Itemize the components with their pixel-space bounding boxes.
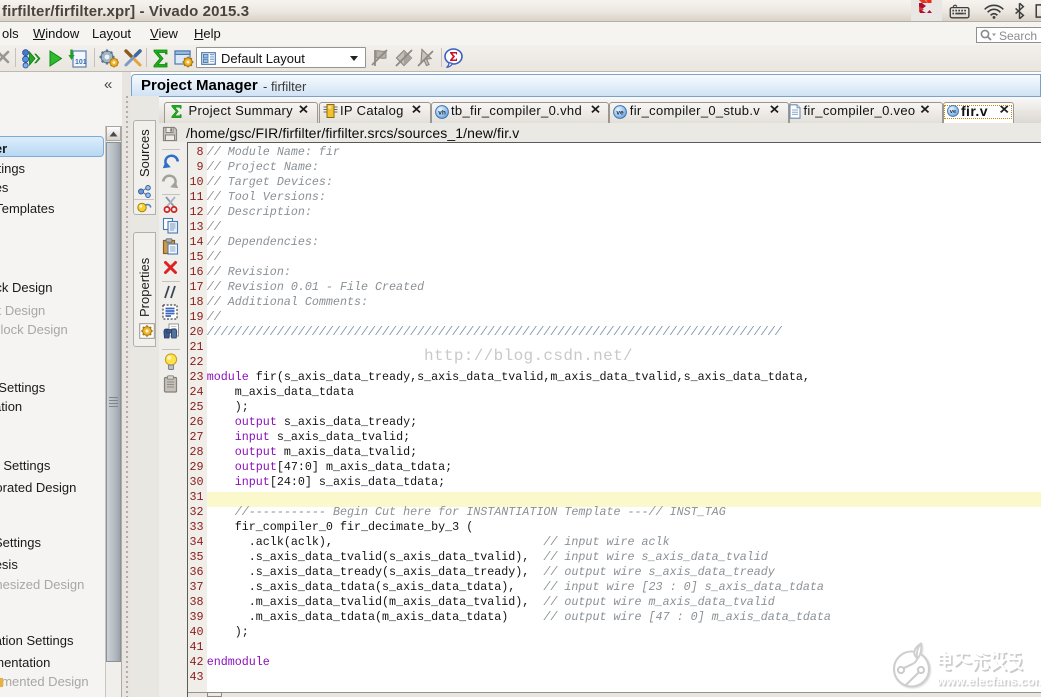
svg-text:vh: vh: [438, 109, 446, 116]
svg-text:101: 101: [75, 59, 87, 66]
svg-text:ve: ve: [949, 109, 955, 115]
svg-text:ve: ve: [617, 109, 625, 116]
